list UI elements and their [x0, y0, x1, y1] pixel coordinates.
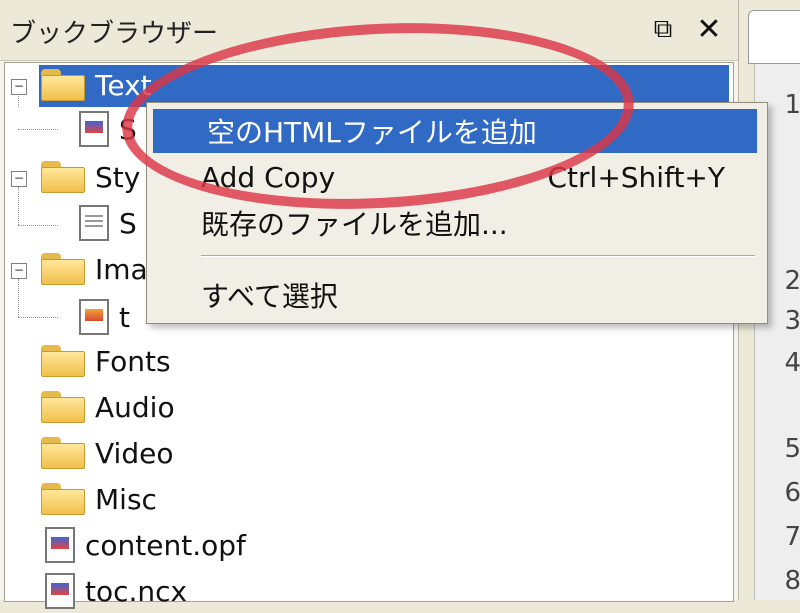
- tree-item-audio[interactable]: Audio: [41, 385, 175, 429]
- folder-icon: [41, 253, 85, 285]
- editor-tab[interactable]: [748, 10, 800, 64]
- panel-title: ブックブラウザー: [10, 19, 219, 49]
- css-file-icon: [79, 205, 109, 241]
- line-number: 1: [784, 90, 800, 120]
- float-window-icon[interactable]: ⧉: [648, 14, 678, 44]
- opf-file-icon: [45, 527, 75, 563]
- expand-styles-icon[interactable]: −: [11, 171, 27, 187]
- folder-icon: [41, 437, 85, 469]
- tree-item-content-opf[interactable]: content.opf: [45, 523, 246, 567]
- folder-icon: [41, 391, 85, 423]
- ncx-file-icon: [45, 573, 75, 609]
- close-icon[interactable]: ✕: [694, 12, 724, 47]
- expand-images-icon[interactable]: −: [11, 263, 27, 279]
- line-number: 4: [784, 348, 800, 378]
- expand-text-icon[interactable]: −: [11, 79, 27, 95]
- tree-item-video[interactable]: Video: [41, 431, 173, 475]
- tree-item-images[interactable]: Ima: [41, 247, 148, 291]
- tree-item-fonts[interactable]: Fonts: [41, 339, 171, 383]
- tree-item-misc[interactable]: Misc: [41, 477, 157, 521]
- image-file-icon: [79, 299, 109, 335]
- html-file-icon: [79, 111, 109, 147]
- folder-icon: [41, 69, 85, 101]
- line-number: 8: [784, 566, 800, 596]
- add-existing-file-menu-item[interactable]: 既存のファイルを追加...: [147, 201, 765, 245]
- line-number: 5: [784, 434, 800, 464]
- tree-item-style-file[interactable]: S: [79, 201, 137, 245]
- line-number: 3: [784, 306, 800, 336]
- line-number: 7: [784, 522, 800, 552]
- tree-item-styles[interactable]: Sty: [41, 155, 140, 199]
- select-all-menu-item[interactable]: すべて選択: [147, 273, 765, 317]
- folder-icon: [41, 161, 85, 193]
- tree-item-image-file[interactable]: t: [79, 295, 130, 339]
- line-number: 2: [784, 266, 800, 296]
- tree-item-toc-ncx[interactable]: toc.ncx: [45, 569, 187, 613]
- folder-icon: [41, 483, 85, 515]
- folder-icon: [41, 345, 85, 377]
- menu-separator: [201, 255, 755, 257]
- line-number: 6: [784, 478, 800, 508]
